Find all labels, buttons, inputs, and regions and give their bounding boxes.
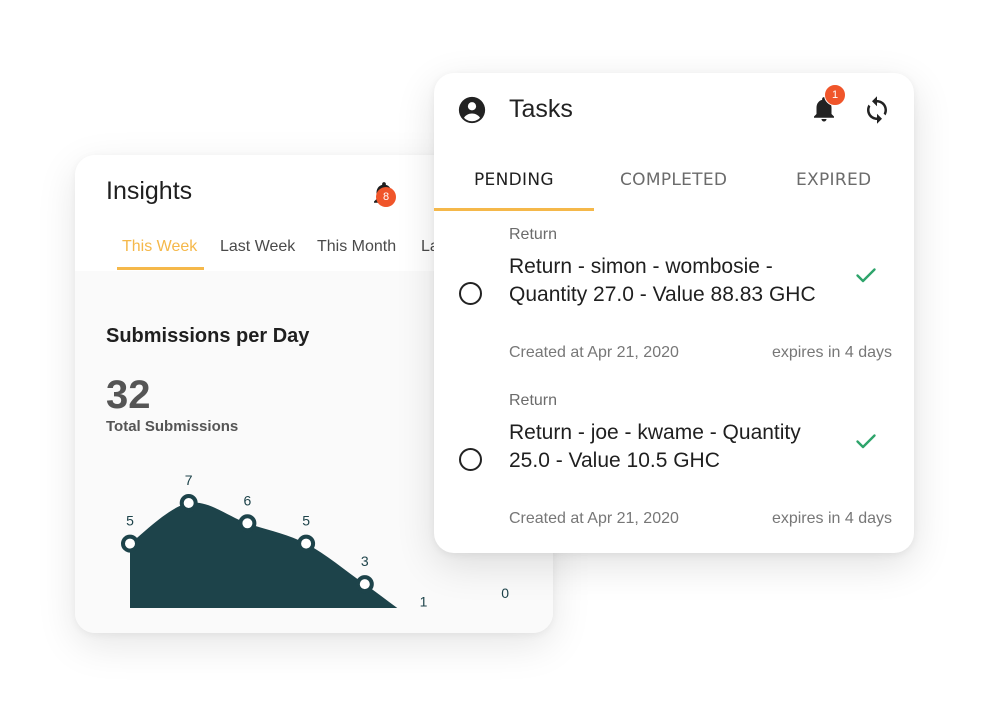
task-created-date: Created at Apr 21, 2020 <box>509 510 679 527</box>
tasks-title: Tasks <box>509 95 573 123</box>
task-category: Return <box>509 226 558 243</box>
chart-data-label: 5 <box>126 513 134 529</box>
task-radio[interactable] <box>459 282 482 305</box>
active-tab-indicator <box>434 208 594 211</box>
account-circle-icon[interactable] <box>457 95 487 125</box>
chart-data-label: 1 <box>420 594 428 608</box>
task-category: Return <box>509 392 558 409</box>
chart-point <box>297 534 316 553</box>
task-description: Return - joe - kwame - Quantity 25.0 - V… <box>509 421 801 472</box>
tab-expired[interactable]: EXPIRED <box>796 170 871 190</box>
chart-point <box>179 494 198 512</box>
tab-pending[interactable]: PENDING <box>474 170 554 190</box>
task-description: Return - simon - wombosie - Quantity 27.… <box>509 255 816 306</box>
chart-point <box>355 575 374 594</box>
task-expiry: expires in 4 days <box>771 510 892 527</box>
chart-data-label: 6 <box>244 492 252 508</box>
chart-point <box>121 534 139 553</box>
notification-badge: 1 <box>824 84 846 106</box>
chart-point <box>238 514 257 533</box>
tab-completed[interactable]: COMPLETED <box>620 170 727 190</box>
tasks-card: Tasks 1 PENDING COMPLETED EXPIRED Return… <box>434 73 914 553</box>
task-radio[interactable] <box>459 448 482 471</box>
chart-data-label: 5 <box>302 513 310 529</box>
check-icon[interactable] <box>852 263 880 287</box>
task-item[interactable]: Return Return - joe - kwame - Quantity 2… <box>434 389 914 539</box>
sync-icon[interactable] <box>862 95 892 125</box>
check-icon[interactable] <box>852 429 880 453</box>
chart-data-label: 3 <box>361 553 369 569</box>
chart-data-label: 7 <box>185 472 193 488</box>
task-expiry: expires in 4 days <box>771 344 892 361</box>
task-created-date: Created at Apr 21, 2020 <box>509 344 679 361</box>
task-item[interactable]: Return Return - simon - wombosie - Quant… <box>434 223 914 373</box>
chart-data-label: 0 <box>501 585 509 601</box>
